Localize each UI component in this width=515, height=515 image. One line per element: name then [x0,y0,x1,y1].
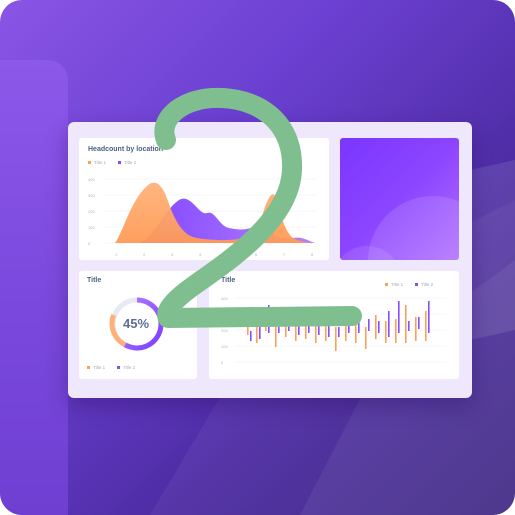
area-chart: 1 2 3 4 5 6 7 8 [103,178,317,257]
bar-orange [247,323,249,335]
x-tick: 8 [311,252,314,257]
bar-orange [285,311,287,337]
bar-orange [325,317,327,341]
bar-purple [328,323,330,337]
legend-label: Title 2 [123,365,136,370]
bar-orange [405,305,407,343]
bar-orange [365,327,367,349]
x-tick: 5 [227,252,230,257]
bar-orange [385,321,387,343]
app-icon-tile: Headcount by location Title 1 Title 2 40… [0,0,515,515]
bar-purple [288,315,290,331]
bar-purple [298,319,300,335]
donut-panel: Title 45% Title 1 Title 2 [79,271,197,379]
bar-purple [398,301,400,333]
bar-purple [308,321,310,333]
x-tick: 6 [255,252,258,257]
headcount-panel: Headcount by location Title 1 Title 2 40… [79,138,329,260]
bar-purple [428,301,430,333]
bar-purple [418,317,420,329]
bar-orange [305,313,307,339]
legend-label: Title 1 [93,365,106,370]
bar-chart [235,297,447,363]
bar-orange [395,319,397,343]
legend-item: Title 2 [117,365,135,370]
legend-swatch-orange [87,366,90,369]
bar-purple [278,323,280,333]
donut-value: 45% [123,316,150,331]
bar-purple [348,319,350,333]
bar-purple [368,319,370,331]
bar-purple [259,327,261,339]
donut-legend: Title 1 Title 2 [87,365,135,370]
bar-purple [358,315,360,333]
dashboard-card: Headcount by location Title 1 Title 2 40… [68,122,472,398]
bar-orange [355,323,357,343]
bar-orange [265,307,267,331]
x-tick: 1 [115,252,118,257]
bar-orange [315,325,317,343]
sidebar-strip [0,60,68,515]
bar-orange [375,315,377,339]
bar-purple [388,311,390,337]
legend-item: Title 1 [87,365,105,370]
x-tick: 7 [283,252,286,257]
legend-swatch-purple [117,366,121,369]
bar-purple [318,317,320,335]
bar-orange [275,321,277,347]
bar-purple [408,321,410,331]
bar-orange [415,317,417,341]
bar-orange [425,311,427,341]
bar-purple [338,327,340,337]
bar-purple [250,331,252,341]
x-tick: 2 [143,252,146,257]
bar-orange [335,327,337,351]
bar-orange [295,323,297,341]
x-tick: 4 [199,252,202,257]
bar-orange [256,318,258,343]
bar-purple [378,321,380,333]
bar-purple [268,305,270,333]
purple-feature-panel [340,138,459,260]
bars-panel: Title Title 1 Title 2 400 300 200 100 0 [209,271,459,379]
x-tick: 3 [171,252,174,257]
bar-orange [345,315,347,341]
